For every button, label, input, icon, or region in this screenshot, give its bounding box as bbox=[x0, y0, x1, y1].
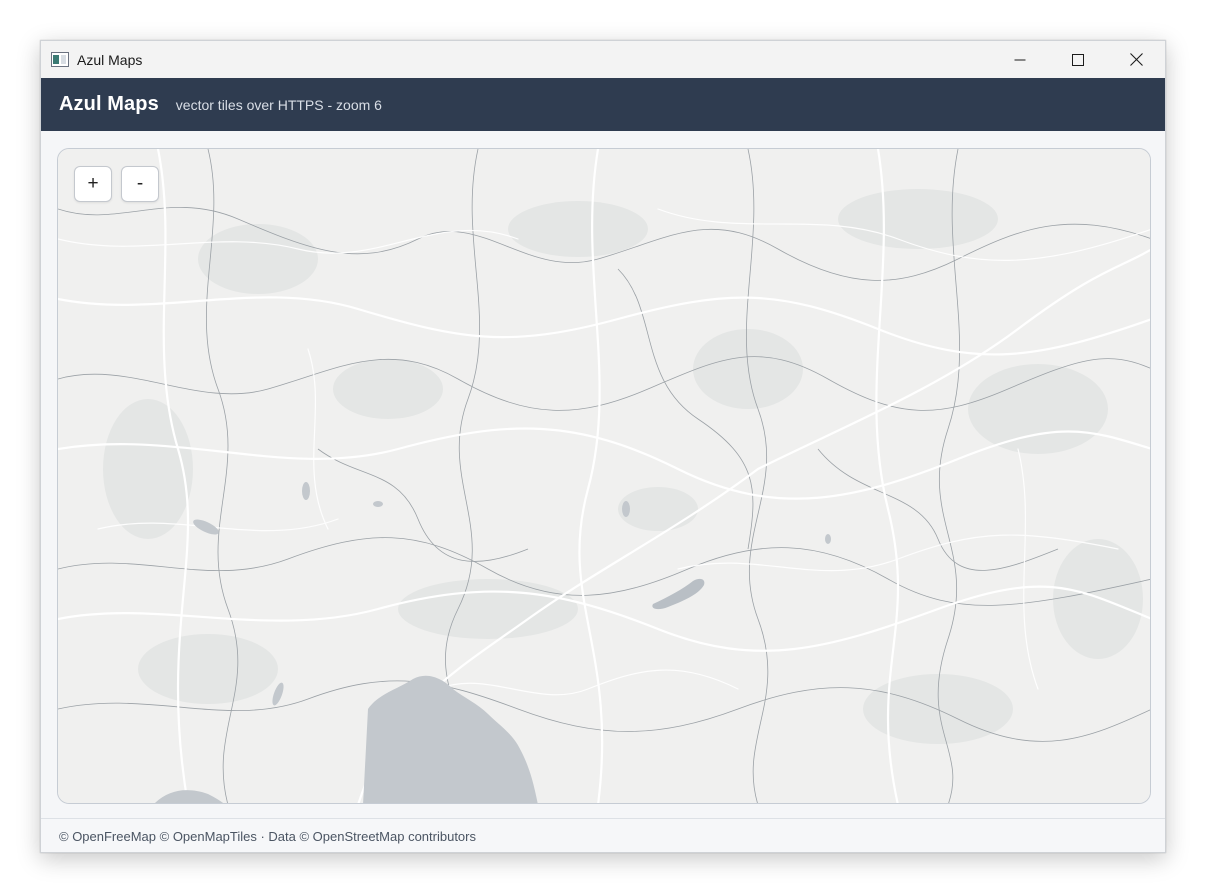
app-brand: Azul Maps bbox=[59, 93, 159, 115]
map-canvas[interactable] bbox=[58, 149, 1151, 804]
zoom-out-button[interactable]: - bbox=[121, 166, 159, 202]
app-window: Azul Maps Azul Maps vector tiles over HT… bbox=[40, 40, 1166, 853]
title-bar[interactable]: Azul Maps bbox=[41, 41, 1165, 78]
app-icon bbox=[51, 52, 69, 67]
minimize-button[interactable] bbox=[991, 41, 1049, 78]
app-header: Azul Maps vector tiles over HTTPS - zoom… bbox=[41, 78, 1165, 131]
zoom-in-button[interactable]: + bbox=[74, 166, 112, 202]
header-subtitle: vector tiles over HTTPS - zoom 6 bbox=[175, 97, 382, 113]
maximize-icon bbox=[1072, 53, 1084, 66]
maximize-button[interactable] bbox=[1049, 41, 1107, 78]
attribution-footer: © OpenFreeMap © OpenMapTiles · Data © Op… bbox=[41, 818, 1165, 852]
minimize-icon bbox=[1014, 59, 1026, 60]
close-button[interactable] bbox=[1107, 41, 1165, 78]
map-view[interactable]: + - bbox=[57, 148, 1151, 804]
close-icon bbox=[1129, 53, 1143, 66]
attribution-text: © OpenFreeMap © OpenMapTiles · Data © Op… bbox=[59, 829, 476, 844]
window-title: Azul Maps bbox=[77, 52, 143, 68]
